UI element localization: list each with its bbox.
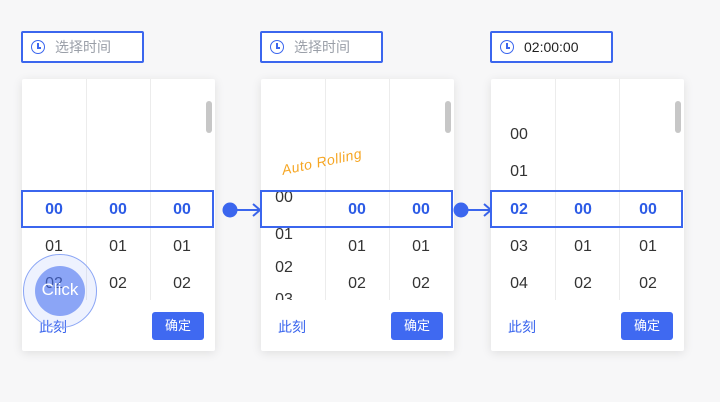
second-option[interactable]: 02 <box>150 274 214 294</box>
now-link[interactable]: 此刻 <box>278 317 306 337</box>
hour-option[interactable]: 01 <box>491 162 551 182</box>
time-input-3[interactable]: 02:00:00 <box>490 31 613 63</box>
scrollbar[interactable] <box>206 101 212 133</box>
confirm-button[interactable]: 确定 <box>152 312 204 340</box>
arrow-connector <box>222 202 262 218</box>
second-option[interactable]: 02 <box>389 274 453 294</box>
time-placeholder: 选择时间 <box>55 39 111 55</box>
confirm-button[interactable]: 确定 <box>391 312 443 340</box>
selection-highlight <box>490 190 683 228</box>
clock-icon <box>500 40 514 54</box>
time-value: 02:00:00 <box>524 39 579 55</box>
hour-option[interactable]: 00 <box>491 125 551 145</box>
now-link[interactable]: 此刻 <box>508 317 536 337</box>
time-input-1[interactable]: 选择时间 <box>21 31 144 63</box>
second-option[interactable]: 02 <box>616 274 680 294</box>
clock-icon <box>31 40 45 54</box>
hour-option[interactable]: 03 <box>491 237 551 257</box>
minute-option[interactable]: 01 <box>325 237 389 257</box>
scrollbar[interactable] <box>445 101 451 133</box>
minute-option[interactable]: 02 <box>325 274 389 294</box>
click-label: Click <box>41 280 79 299</box>
time-input-2[interactable]: 选择时间 <box>260 31 383 63</box>
time-placeholder: 选择时间 <box>294 39 350 55</box>
scrollbar[interactable] <box>675 101 681 133</box>
hour-option[interactable]: 03 <box>261 290 316 300</box>
second-option[interactable]: 01 <box>389 237 453 257</box>
hour-option[interactable]: 02 <box>261 258 316 278</box>
minute-option[interactable]: 02 <box>551 274 615 294</box>
arrow-connector <box>453 202 493 218</box>
second-option[interactable]: 01 <box>150 237 214 257</box>
minute-option[interactable]: 01 <box>551 237 615 257</box>
selection-highlight <box>260 190 453 228</box>
hour-option[interactable]: 04 <box>491 274 551 294</box>
clock-icon <box>270 40 284 54</box>
selection-highlight <box>21 190 214 228</box>
confirm-button[interactable]: 确定 <box>621 312 673 340</box>
minute-option[interactable]: 01 <box>86 237 150 257</box>
second-option[interactable]: 01 <box>616 237 680 257</box>
hour-option[interactable]: 01 <box>261 225 316 245</box>
